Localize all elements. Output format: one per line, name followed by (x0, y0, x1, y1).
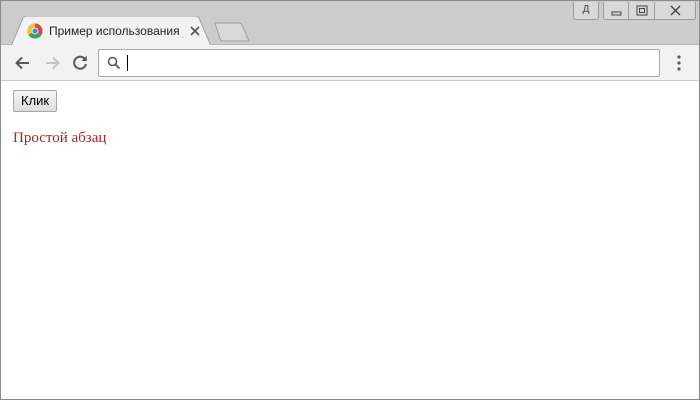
tab-close-icon[interactable] (189, 25, 201, 37)
browser-toolbar (1, 45, 699, 81)
reload-icon[interactable] (70, 53, 90, 73)
browser-window: Пример использования jQuery Д (0, 0, 700, 400)
maximize-icon (636, 5, 648, 16)
tab-title: Пример использования jQuery (49, 24, 183, 38)
search-icon (107, 56, 121, 70)
click-button[interactable]: Клик (13, 90, 58, 112)
minimize-button[interactable] (603, 2, 629, 20)
arrow-right-icon[interactable] (42, 53, 62, 73)
address-bar[interactable] (98, 49, 660, 77)
page-content: Клик Простой абзац (1, 82, 699, 399)
close-icon (670, 5, 681, 16)
simple-paragraph: Простой абзац (13, 130, 107, 146)
tab-active[interactable]: Пример использования jQuery (11, 16, 211, 46)
profile-button[interactable]: Д (573, 2, 599, 20)
text-caret (127, 55, 128, 71)
new-tab-button[interactable] (213, 22, 251, 42)
address-input[interactable] (127, 54, 647, 72)
close-window-button[interactable] (654, 2, 696, 20)
arrow-left-icon[interactable] (13, 53, 33, 73)
profile-label: Д (582, 4, 590, 15)
chromium-favicon-icon (27, 23, 43, 39)
tab-strip: Пример использования jQuery Д (1, 1, 699, 46)
minimize-icon (611, 11, 622, 16)
maximize-button[interactable] (628, 2, 655, 20)
kebab-menu-icon[interactable] (670, 53, 688, 73)
